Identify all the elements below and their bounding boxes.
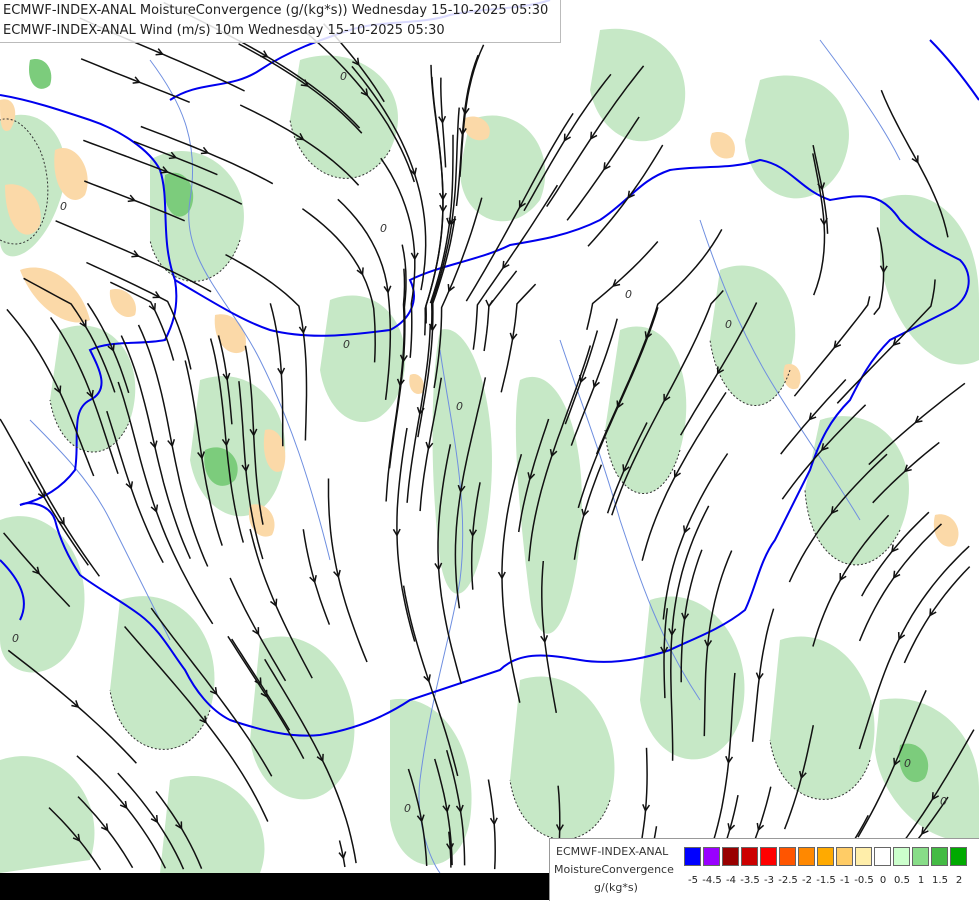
legend-swatch <box>817 847 834 866</box>
legend-swatch <box>836 847 853 866</box>
legend-tick-label: -4 <box>726 875 736 886</box>
legend-model: ECMWF-INDEX-ANAL <box>556 845 669 858</box>
legend-units: g/(kg*s) <box>594 881 638 894</box>
bottom-black-bar <box>0 873 549 900</box>
legend-swatch <box>893 847 910 866</box>
legend-swatch <box>703 847 720 866</box>
legend-swatch <box>798 847 815 866</box>
legend-swatch <box>722 847 739 866</box>
legend-tick-label: -2 <box>802 875 812 886</box>
legend-swatch <box>931 847 948 866</box>
legend-tick-label: -3.5 <box>740 875 760 886</box>
legend-tick-label: 2 <box>955 875 963 886</box>
contour-label: 0 <box>456 400 463 413</box>
legend-swatch <box>779 847 796 866</box>
legend-swatch <box>874 847 891 866</box>
contour-label: 0 <box>380 222 387 235</box>
contour-label: 0 <box>904 757 911 770</box>
legend-tick-label: -5 <box>688 875 698 886</box>
title-moisture-convergence: ECMWF-INDEX-ANAL MoistureConvergence (g/… <box>3 3 549 18</box>
contour-label: 0 <box>343 338 350 351</box>
legend-swatch <box>760 847 777 866</box>
legend-tick-label: -3 <box>764 875 774 886</box>
legend-tick-label: -1 <box>840 875 850 886</box>
title-box: ECMWF-INDEX-ANAL MoistureConvergence (g/… <box>0 0 561 43</box>
legend-tick-label: -2.5 <box>778 875 798 886</box>
legend-swatch <box>912 847 929 866</box>
contour-label: 0 <box>12 632 19 645</box>
legend-swatch <box>684 847 701 866</box>
legend-tick-label: 1.5 <box>932 875 948 886</box>
legend: ECMWF-INDEX-ANAL MoistureConvergence g/(… <box>549 838 979 901</box>
legend-tick-label: -0.5 <box>854 875 874 886</box>
legend-swatch <box>741 847 758 866</box>
contour-label: 0 <box>60 200 67 213</box>
contour-label: 0 <box>625 288 632 301</box>
contour-label: 0 <box>340 70 347 83</box>
legend-tick-label: 1 <box>917 875 925 886</box>
legend-tick-label: -1.5 <box>816 875 836 886</box>
legend-tick-label: 0.5 <box>894 875 910 886</box>
legend-swatch <box>950 847 967 866</box>
legend-swatch <box>855 847 872 866</box>
contour-label: 0 <box>940 795 947 808</box>
legend-tick-label: -4.5 <box>702 875 722 886</box>
contour-label: 0 <box>725 318 732 331</box>
contour-label: 0 <box>404 802 411 815</box>
title-wind: ECMWF-INDEX-ANAL Wind (m/s) 10m Wednesda… <box>3 23 445 38</box>
legend-variable: MoistureConvergence <box>554 863 674 876</box>
legend-tick-label: 0 <box>879 875 887 886</box>
map-canvas: 0 0 0 0 0 0 0 0 0 0 0 <box>0 0 979 900</box>
